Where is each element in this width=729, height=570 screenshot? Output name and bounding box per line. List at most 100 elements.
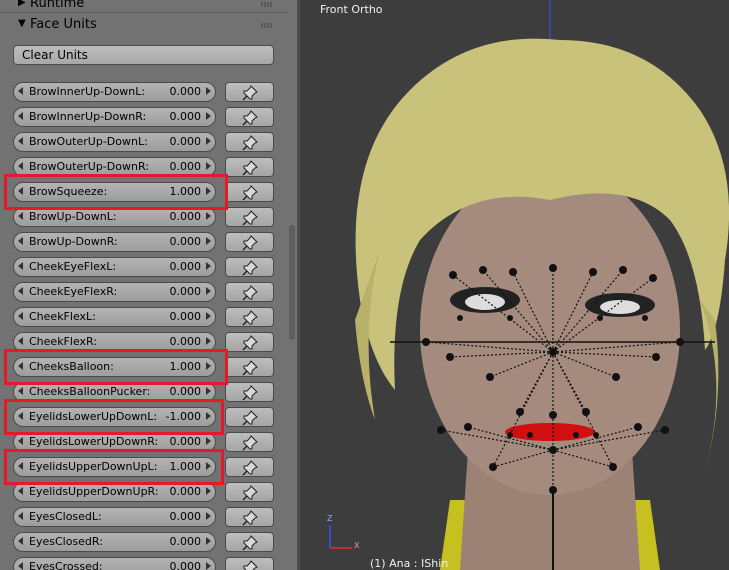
increment-arrow-icon[interactable] xyxy=(206,537,211,545)
panel-grip-icon[interactable] xyxy=(261,2,273,7)
decrement-arrow-icon[interactable] xyxy=(18,487,23,495)
face-unit-value: 0.000 xyxy=(169,485,202,498)
pin-button[interactable] xyxy=(225,207,274,227)
face-unit-value: 0.000 xyxy=(169,335,202,348)
3d-viewport[interactable]: Front Ortho Z X (1) Ana : IShin xyxy=(300,0,729,570)
face-unit-value-field[interactable]: EyelidsUpperDownUpR: 0.000 xyxy=(13,482,216,502)
face-unit-value-field[interactable]: BrowUp-DownR: 0.000 xyxy=(13,232,216,252)
face-unit-value-field[interactable]: EyesClosedR: 0.000 xyxy=(13,532,216,552)
pin-button[interactable] xyxy=(225,382,274,402)
face-unit-label: BrowUp-DownL: xyxy=(29,210,117,223)
face-unit-label: EyelidsLowerUpDownR: xyxy=(29,435,159,448)
face-unit-label: BrowUp-DownR: xyxy=(29,235,118,248)
face-units-panel-header[interactable]: ▼ Face Units xyxy=(0,15,287,35)
face-unit-value: 0.000 xyxy=(169,310,202,323)
increment-arrow-icon[interactable] xyxy=(206,337,211,345)
increment-arrow-icon[interactable] xyxy=(206,437,211,445)
hair-strand-right xyxy=(700,300,719,470)
decrement-arrow-icon[interactable] xyxy=(18,537,23,545)
increment-arrow-icon[interactable] xyxy=(206,312,211,320)
decrement-arrow-icon[interactable] xyxy=(18,262,23,270)
pin-button[interactable] xyxy=(225,157,274,177)
face-unit-row: BrowInnerUp-DownL: 0.000 xyxy=(13,82,275,102)
decrement-arrow-icon[interactable] xyxy=(18,162,23,170)
increment-arrow-icon[interactable] xyxy=(206,262,211,270)
increment-arrow-icon[interactable] xyxy=(206,512,211,520)
pin-button[interactable] xyxy=(225,482,274,502)
pin-button[interactable] xyxy=(225,107,274,127)
pin-button[interactable] xyxy=(225,82,274,102)
pin-button[interactable] xyxy=(225,232,274,252)
pin-button[interactable] xyxy=(225,532,274,552)
face-unit-row: BrowInnerUp-DownR: 0.000 xyxy=(13,107,275,127)
pin-icon xyxy=(242,485,258,501)
face-unit-label: BrowOuterUp-DownL: xyxy=(29,135,148,148)
decrement-arrow-icon[interactable] xyxy=(18,112,23,120)
increment-arrow-icon[interactable] xyxy=(206,212,211,220)
pin-button[interactable] xyxy=(225,457,274,477)
decrement-arrow-icon[interactable] xyxy=(18,287,23,295)
highlight-box xyxy=(4,399,224,435)
face-unit-value-field[interactable]: CheekEyeFlexR: 0.000 xyxy=(13,282,216,302)
decrement-arrow-icon[interactable] xyxy=(18,387,23,395)
pin-button[interactable] xyxy=(225,557,274,570)
face-unit-value-field[interactable]: EyesCrossed: 0.000 xyxy=(13,557,216,570)
increment-arrow-icon[interactable] xyxy=(206,287,211,295)
decrement-arrow-icon[interactable] xyxy=(18,312,23,320)
face-unit-row: BrowUp-DownR: 0.000 xyxy=(13,232,275,252)
pin-button[interactable] xyxy=(225,182,274,202)
object-status-label: (1) Ana : IShin xyxy=(370,557,449,570)
pin-button[interactable] xyxy=(225,307,274,327)
increment-arrow-icon[interactable] xyxy=(206,387,211,395)
pin-icon xyxy=(242,160,258,176)
decrement-arrow-icon[interactable] xyxy=(18,87,23,95)
decrement-arrow-icon[interactable] xyxy=(18,562,23,570)
pin-icon xyxy=(242,360,258,376)
axis-z-label: Z xyxy=(327,514,333,523)
pin-button[interactable] xyxy=(225,332,274,352)
pin-icon xyxy=(242,235,258,251)
pin-icon xyxy=(242,385,258,401)
collapse-triangle-icon: ▼ xyxy=(18,18,26,29)
pin-button[interactable] xyxy=(225,432,274,452)
face-unit-value-field[interactable]: EyesClosedL: 0.000 xyxy=(13,507,216,527)
pin-button[interactable] xyxy=(225,257,274,277)
header-divider xyxy=(0,12,287,13)
pin-button[interactable] xyxy=(225,282,274,302)
panel-grip-icon[interactable] xyxy=(261,23,273,28)
face-unit-value-field[interactable]: CheekEyeFlexL: 0.000 xyxy=(13,257,216,277)
pin-button[interactable] xyxy=(225,407,274,427)
face-unit-value: 0.000 xyxy=(169,260,202,273)
increment-arrow-icon[interactable] xyxy=(206,162,211,170)
decrement-arrow-icon[interactable] xyxy=(18,512,23,520)
face-unit-value-field[interactable]: BrowInnerUp-DownL: 0.000 xyxy=(13,82,216,102)
increment-arrow-icon[interactable] xyxy=(206,112,211,120)
face-unit-value-field[interactable]: BrowOuterUp-DownL: 0.000 xyxy=(13,132,216,152)
panel-scrollbar[interactable] xyxy=(287,0,297,570)
pin-icon xyxy=(242,460,258,476)
face-unit-value-field[interactable]: BrowInnerUp-DownR: 0.000 xyxy=(13,107,216,127)
face-unit-row: CheekEyeFlexR: 0.000 xyxy=(13,282,275,302)
pin-button[interactable] xyxy=(225,507,274,527)
increment-arrow-icon[interactable] xyxy=(206,87,211,95)
face-unit-value-field[interactable]: CheekFlexL: 0.000 xyxy=(13,307,216,327)
decrement-arrow-icon[interactable] xyxy=(18,337,23,345)
decrement-arrow-icon[interactable] xyxy=(18,237,23,245)
decrement-arrow-icon[interactable] xyxy=(18,437,23,445)
face-unit-row: EyesClosedR: 0.000 xyxy=(13,532,275,552)
increment-arrow-icon[interactable] xyxy=(206,562,211,570)
decrement-arrow-icon[interactable] xyxy=(18,137,23,145)
scrollbar-thumb[interactable] xyxy=(289,225,295,340)
increment-arrow-icon[interactable] xyxy=(206,237,211,245)
increment-arrow-icon[interactable] xyxy=(206,137,211,145)
pin-icon xyxy=(242,535,258,551)
increment-arrow-icon[interactable] xyxy=(206,487,211,495)
pin-button[interactable] xyxy=(225,357,274,377)
highlight-box xyxy=(4,174,228,210)
pin-button[interactable] xyxy=(225,132,274,152)
decrement-arrow-icon[interactable] xyxy=(18,212,23,220)
pin-icon xyxy=(242,135,258,151)
view-name-label: Front Ortho xyxy=(320,3,383,16)
clear-units-button[interactable]: Clear Units xyxy=(13,45,274,65)
face-unit-value-field[interactable]: BrowUp-DownL: 0.000 xyxy=(13,207,216,227)
